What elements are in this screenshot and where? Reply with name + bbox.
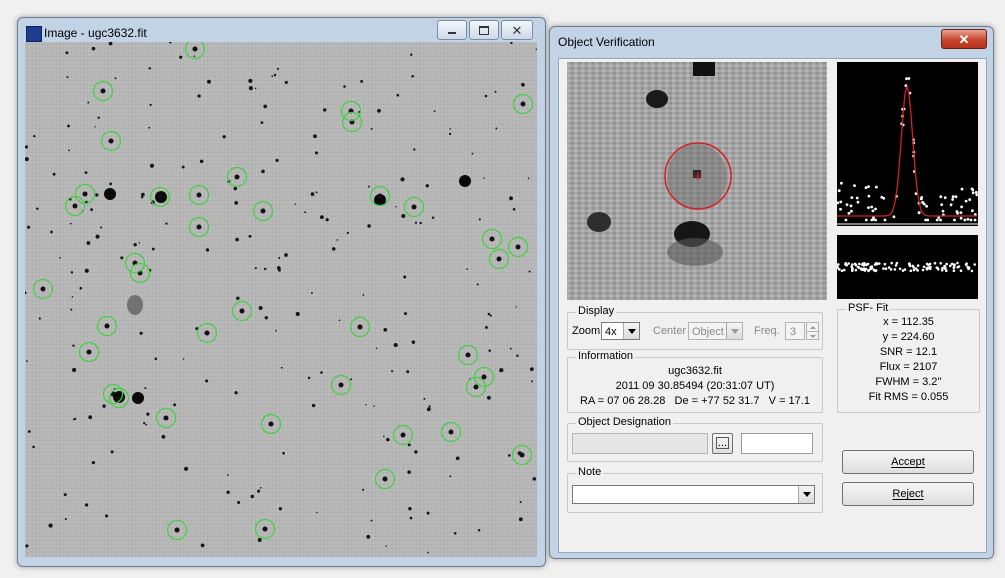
- star-field-image[interactable]: [25, 42, 537, 557]
- zoom-select[interactable]: 4x: [601, 322, 640, 340]
- spinner-down-icon[interactable]: [807, 332, 818, 340]
- dialog-title: Object Verification: [558, 35, 655, 49]
- stars: [25, 42, 537, 554]
- minimize-icon: [448, 32, 456, 34]
- zoom-stamp: [567, 62, 827, 300]
- info-date: 2011 09 30.85494 (20:31:07 UT): [615, 380, 775, 392]
- center-value: Object: [692, 326, 724, 338]
- maximize-icon: [479, 25, 489, 35]
- freq-value: 3: [790, 326, 797, 338]
- designation-input[interactable]: [572, 433, 708, 454]
- dialog-body: Display Zoom 4x Center Object Freq. 3 In…: [558, 58, 987, 553]
- freq-spinner[interactable]: [806, 322, 819, 340]
- close-icon: ✕: [958, 31, 970, 47]
- accept-label: Accept: [891, 456, 925, 468]
- info-coords: RA = 07 06 28.28 De = +77 52 31.7 V = 17…: [580, 395, 810, 407]
- maximize-button[interactable]: [469, 20, 499, 40]
- psf-residual-plot: [835, 235, 978, 299]
- close-button[interactable]: ✕: [501, 20, 533, 40]
- zoom-value: 4x: [605, 326, 617, 338]
- note-group-label: Note: [576, 466, 604, 478]
- psf-fwhm: FWHM = 3.2'': [875, 376, 942, 388]
- object-designation-group: Object Designation ...: [567, 416, 823, 462]
- psf-fit-group: PSF- Fit x = 112.35 y = 224.60 SNR = 12.…: [837, 302, 980, 413]
- information-group: Information ugc3632.fit 2011 09 30.85494…: [567, 350, 823, 413]
- psf-y: y = 224.60: [882, 331, 935, 343]
- image-window: Image - ugc3632.fit ✕: [17, 17, 546, 567]
- center-select[interactable]: Object: [688, 322, 743, 340]
- reject-label: Reject: [892, 488, 924, 500]
- note-group: Note: [567, 466, 823, 513]
- chevron-down-icon: [623, 323, 639, 339]
- psf-profile-points: [836, 77, 979, 222]
- chevron-down-icon: [726, 323, 742, 339]
- psf-fit-group-label: PSF- Fit: [846, 302, 891, 314]
- reject-button[interactable]: Reject: [842, 482, 974, 506]
- designation-group-label: Object Designation: [576, 416, 673, 428]
- designation-browse-button[interactable]: ...: [712, 433, 733, 454]
- detection-rings: [32, 42, 534, 541]
- psf-x: x = 112.35: [883, 316, 934, 328]
- minimize-button[interactable]: [437, 20, 467, 40]
- chevron-down-icon: [798, 486, 814, 503]
- psf-fit-rms: Fit RMS = 0.055: [868, 391, 949, 403]
- close-icon: ✕: [511, 22, 523, 38]
- zoom-label: Zoom: [572, 325, 601, 337]
- display-group-label: Display: [576, 305, 617, 317]
- object-verification-dialog: Object Verification ✕ Display Zoom 4x Ce…: [549, 26, 994, 559]
- psf-flux: Flux = 2107: [879, 361, 938, 373]
- freq-label: Freq.: [754, 325, 780, 337]
- browse-icon: ...: [715, 437, 730, 449]
- spinner-up-icon[interactable]: [807, 323, 818, 332]
- dialog-close-button[interactable]: ✕: [941, 29, 987, 49]
- designation-number-input[interactable]: [741, 433, 813, 454]
- display-group: Display Zoom 4x Center Object Freq. 3: [567, 305, 823, 350]
- psf-profile-plot: [836, 62, 979, 226]
- psf-snr: SNR = 12.1: [879, 346, 938, 358]
- information-group-label: Information: [576, 350, 636, 362]
- star-field-overlay: [25, 42, 537, 554]
- residual-points: [835, 261, 976, 273]
- accept-button[interactable]: Accept: [842, 450, 974, 474]
- info-file: ugc3632.fit: [668, 365, 722, 377]
- note-select[interactable]: [572, 485, 815, 504]
- freq-input[interactable]: 3: [785, 322, 805, 340]
- center-label: Center: [653, 325, 687, 337]
